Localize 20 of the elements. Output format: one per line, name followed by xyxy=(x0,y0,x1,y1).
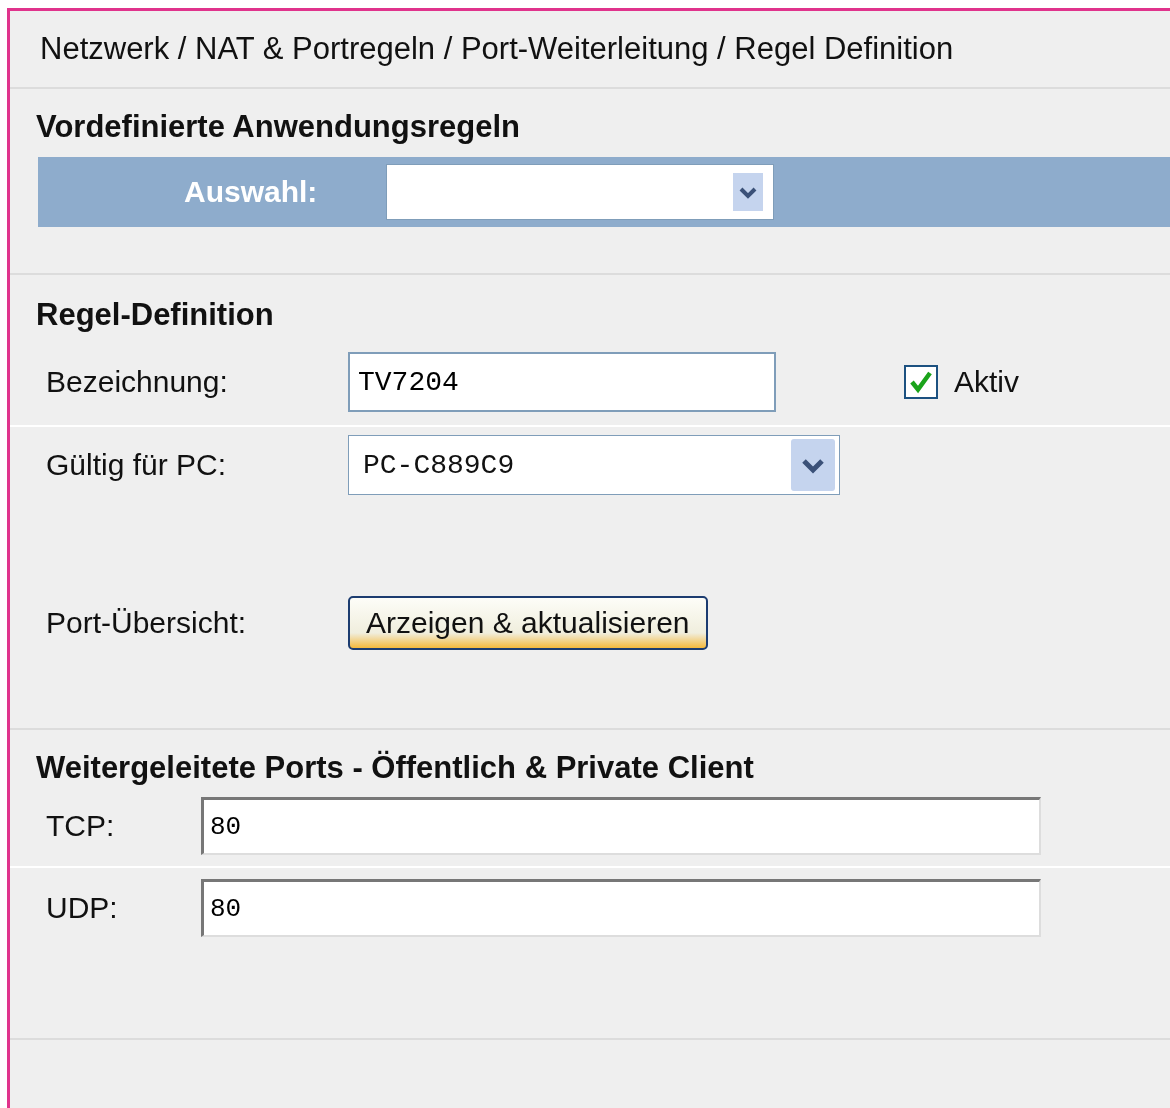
checkbox-label: Aktiv xyxy=(954,365,1019,399)
section-heading: Vordefinierte Anwendungsregeln xyxy=(35,109,521,145)
field-label: Bezeichnung: xyxy=(46,365,229,399)
section-heading: Weitergeleitete Ports - Öffentlich & Private Client xyxy=(35,750,755,786)
chevron-down-icon xyxy=(733,173,763,211)
pc-dropdown[interactable]: PC-C889C9 xyxy=(348,435,840,495)
field-label: TCP: xyxy=(46,809,116,843)
field-label: Gültig für PC: xyxy=(46,448,228,482)
port-field[interactable]: 80 xyxy=(201,879,1041,937)
field-label: UDP: xyxy=(46,891,119,925)
rule-dropdown[interactable] xyxy=(386,164,774,220)
selection-label: Auswahl: xyxy=(184,175,319,209)
port-field[interactable]: 80 xyxy=(201,797,1041,855)
breadcrumb: Netzwerk / NAT & Portregeln / Port-Weiterleitung / Regel Definition xyxy=(40,31,954,67)
chevron-down-icon xyxy=(791,439,835,491)
show-update-button[interactable]: Arzeigen & aktualisieren xyxy=(348,596,708,650)
field-label: Port-Übersicht: xyxy=(46,606,248,640)
section-heading: Regel-Definition xyxy=(35,297,275,333)
name-field[interactable]: TV7204 xyxy=(348,352,776,412)
active-checkbox[interactable] xyxy=(904,365,938,399)
